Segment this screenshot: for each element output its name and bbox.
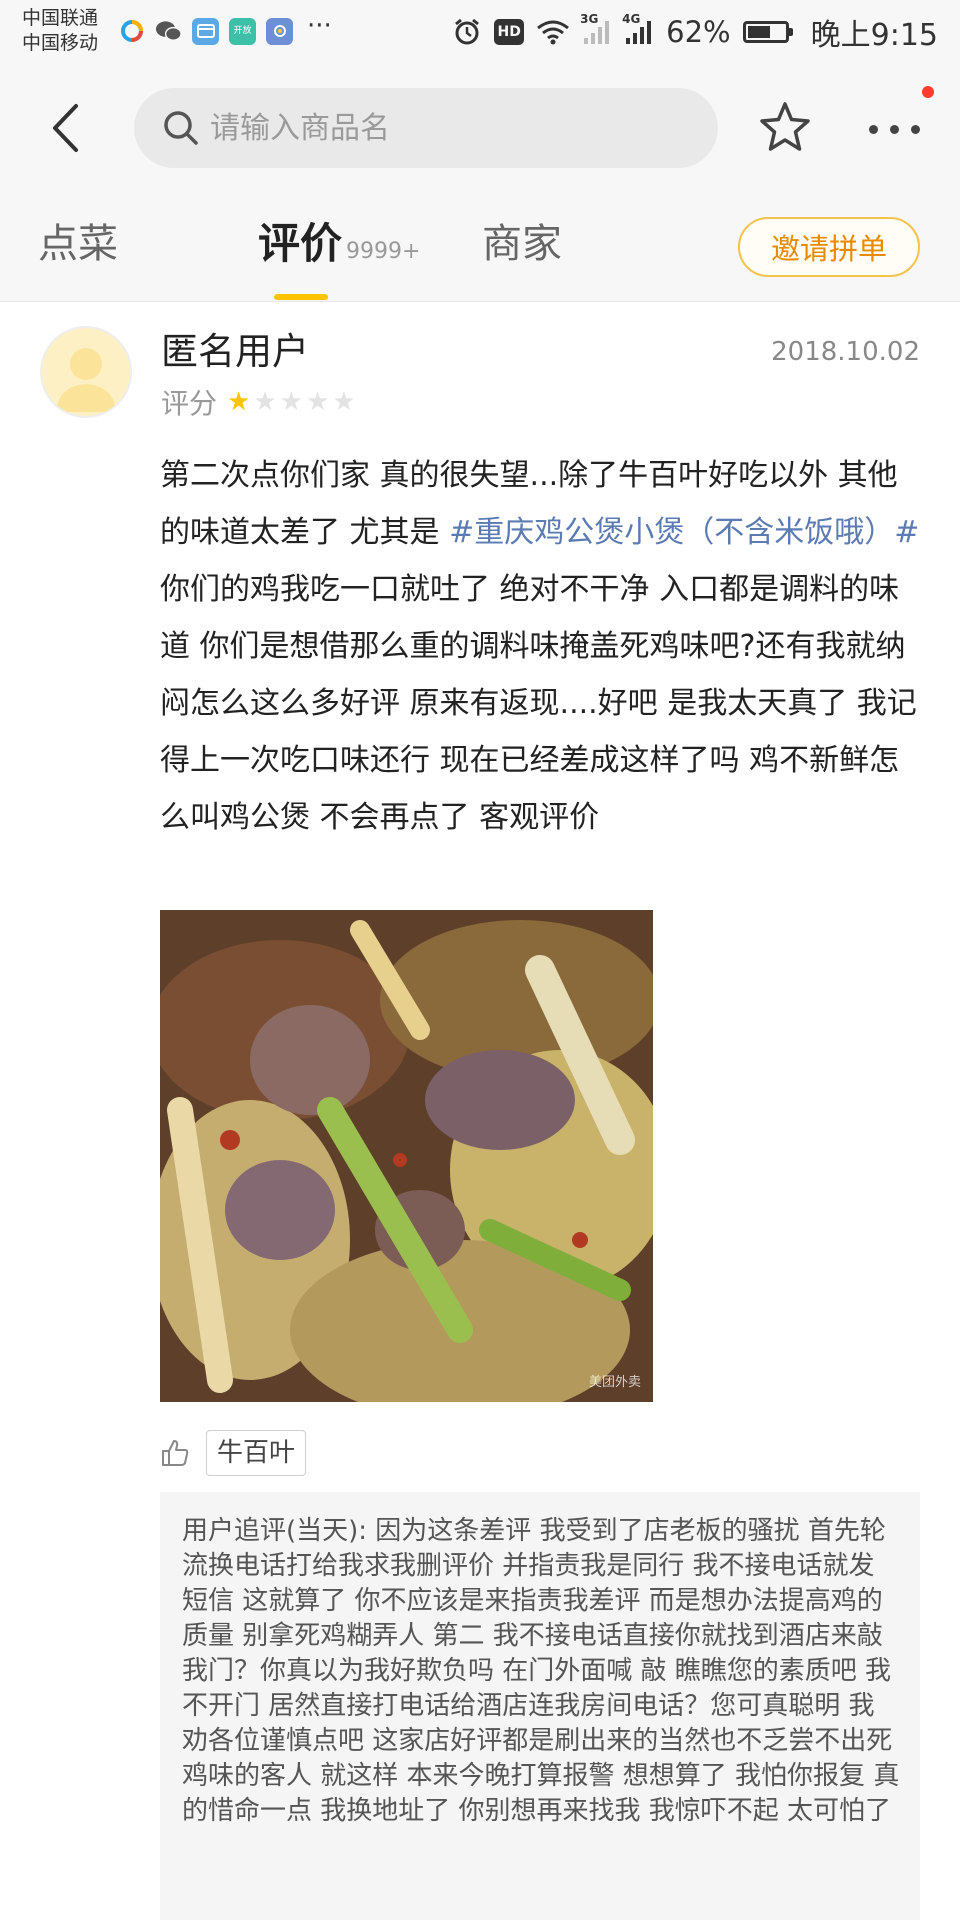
nav-bar [0,66,960,190]
more-dots-icon [863,124,926,134]
thumbs-up-icon [162,1440,189,1466]
invite-group-order-button[interactable]: 邀请拼单 [738,217,920,277]
carrier-info: 中国联通 中国移动 [22,6,98,56]
followup-review: 用户追评(当天): 因为这条差评 我受到了店老板的骚扰 首先轮流换电话打给我求我… [160,1492,920,1920]
signal-4g-icon: 4G [622,12,654,46]
carrier-2: 中国移动 [22,32,99,54]
search-input[interactable] [208,109,692,147]
liked-dishes-row: 牛百叶 [160,1428,307,1478]
card-icon [192,17,219,45]
photo-watermark: 美团外卖 [588,1375,641,1390]
search-bar[interactable] [134,88,718,168]
battery-icon [742,21,793,43]
signal-3g-icon: 3G [580,12,612,46]
carrier-1: 中国联通 [22,7,99,29]
star-empty-icon: ★ [332,387,356,417]
review-date: 2018.10.02 [771,337,920,367]
browser-icon [118,18,145,45]
more-options-button[interactable] [862,104,926,154]
chevron-left-icon [53,104,78,152]
tab-bar: 点菜 评价 9999+ 商家 邀请拼单 [0,190,960,302]
baidu-icon [266,17,293,45]
tab-order[interactable]: 点菜 [38,218,118,270]
tab-reviews-label: 评价 [258,219,343,268]
opengov-icon: 开放 [229,17,256,45]
tab-reviews[interactable]: 评价 9999+ [258,218,420,278]
review-text: 第二次点你们家 真的很失望...除了牛百叶好吃以外 其他的味道太差了 尤其是 #… [160,447,920,846]
star-filled-icon: ★ [227,387,251,417]
wechat-icon [155,18,182,45]
signal-4g-label: 4G [622,12,641,26]
dish-hashtag-link[interactable]: #重庆鸡公煲小煲（不含米饭哦）# [449,515,919,550]
followup-text: 用户追评(当天): 因为这条差评 我受到了店老板的骚扰 首先轮流换电话打给我求我… [182,1516,900,1826]
default-user-icon [56,348,116,412]
rating-stars: ★ ★ ★ ★ ★ [227,389,359,415]
favorite-button[interactable] [757,99,813,155]
tab-merchant[interactable]: 商家 [482,218,562,270]
status-bar: 中国联通 中国移动 开放 ··· HD 3G 4G 62% 晚上9:15 [0,0,960,66]
alarm-icon [452,17,482,47]
rating-row: 评分 ★ ★ ★ ★ ★ [161,382,359,422]
clock: 晚上9:15 [810,18,938,53]
food-photo-icon [160,910,653,1402]
avatar[interactable] [40,326,132,418]
star-empty-icon: ★ [279,387,303,417]
notification-dot [922,86,934,98]
wifi-icon [536,19,570,45]
user-name: 匿名用户 [161,330,309,373]
battery-percent: 62% [666,15,731,49]
star-empty-icon: ★ [305,387,330,417]
signal-3g-label: 3G [580,12,599,26]
star-empty-icon: ★ [253,387,277,417]
back-button[interactable] [40,96,90,160]
review-text-part2: 你们的鸡我吃一口就吐了 绝对不干净 入口都是调料的味道 你们是想借那么重的调料味… [160,572,917,835]
status-indicators: HD 3G 4G 62% 晚上9:15 [440,10,938,54]
more-notifications-icon: ··· [307,11,332,41]
rating-label: 评分 [161,387,218,420]
search-icon [162,109,200,147]
tab-reviews-count: 9999+ [346,239,421,264]
hd-icon: HD [494,19,525,45]
review-photo[interactable]: 美团外卖 [160,910,653,1402]
status-app-icons: 开放 ··· [118,13,332,45]
active-tab-indicator [274,294,328,300]
opengov-label: 开放 [233,25,252,36]
star-outline-icon [760,102,810,151]
liked-dish-tag[interactable]: 牛百叶 [206,1430,307,1476]
